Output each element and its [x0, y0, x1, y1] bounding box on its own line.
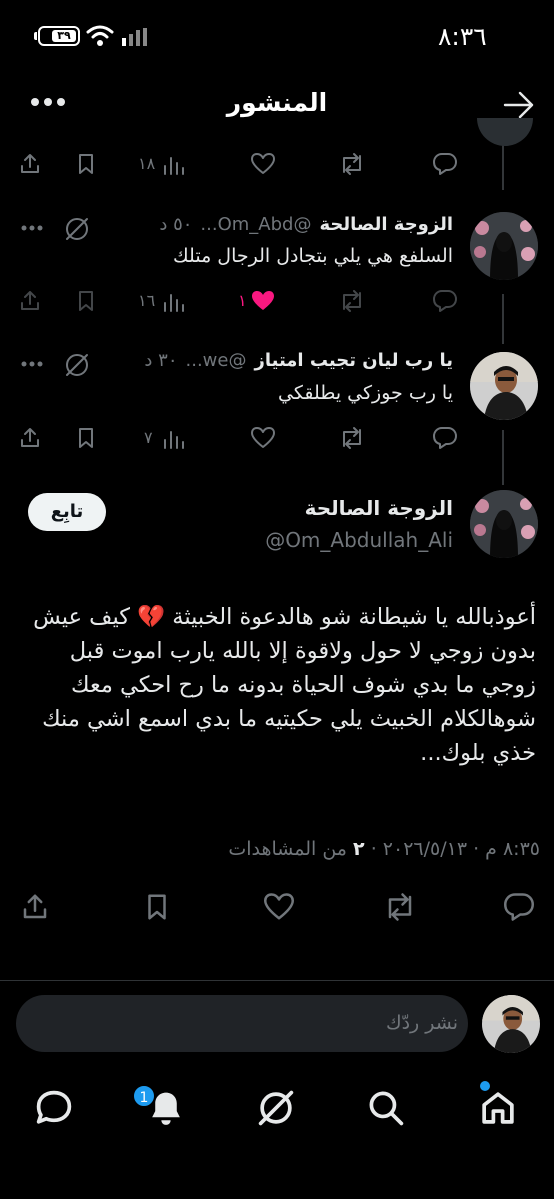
- share-icon[interactable]: [18, 289, 42, 313]
- back-arrow-icon[interactable]: [502, 90, 536, 120]
- avatar-partial: [477, 118, 533, 146]
- avatar[interactable]: [470, 352, 538, 420]
- messages-icon[interactable]: [34, 1088, 74, 1128]
- battery-level: ٣٩: [52, 30, 76, 42]
- grok-nav-icon[interactable]: [256, 1088, 296, 1128]
- home-indicator: [0, 1180, 554, 1199]
- battery-tip: [34, 32, 37, 40]
- post-meta: ٨:٣٥ م · ٢٠٢٦/٥/١٣ · ٢ من المشاهدات: [228, 838, 540, 860]
- grok-icon[interactable]: [64, 216, 90, 242]
- reply-action-row: ١٦ ١: [14, 287, 464, 317]
- bookmark-icon[interactable]: [74, 426, 98, 450]
- views-icon[interactable]: [162, 154, 184, 176]
- timestamp: ٥٠ د: [159, 214, 193, 235]
- author-name[interactable]: الزوجة الصالحة: [319, 214, 453, 235]
- reply-action-row: ١٨: [14, 150, 464, 180]
- page-title: المنشور: [226, 88, 328, 117]
- bookmark-icon[interactable]: [74, 289, 98, 313]
- timestamp: ٣٠ د: [144, 350, 178, 371]
- reply-icon[interactable]: [502, 892, 536, 922]
- signal-icon: [122, 28, 150, 46]
- post-date-time: ٨:٣٥ م · ٢٠٢٦/٥/١٣ ·: [370, 838, 540, 860]
- share-icon[interactable]: [18, 426, 42, 450]
- reply-header: يا رب ليان تجيب امتياز @we... ٣٠ د: [144, 350, 453, 371]
- battery-icon: ٣٩: [38, 26, 80, 46]
- author-name[interactable]: يا رب ليان تجيب امتياز: [254, 350, 453, 371]
- notifications-badge: 1: [132, 1084, 156, 1108]
- reply-icon[interactable]: [432, 426, 458, 450]
- follow-button[interactable]: تابِع: [28, 493, 106, 531]
- reply-input-placeholder: نشر ردّك: [385, 1012, 458, 1034]
- like-icon[interactable]: [250, 152, 276, 176]
- share-icon[interactable]: [20, 892, 50, 922]
- bottom-nav: [0, 1080, 554, 1150]
- main-post-author-handle[interactable]: @Om_Abdullah_Ali: [265, 528, 453, 552]
- thread-line: [502, 294, 504, 344]
- current-user-avatar[interactable]: [482, 995, 540, 1053]
- author-handle[interactable]: @Om_Abd...: [200, 214, 311, 235]
- views-icon[interactable]: [162, 428, 184, 450]
- main-post-text: أعوذبالله يا شيطانة شو هالدعوة الخبيثة 💔…: [33, 604, 536, 766]
- views-label: من المشاهدات: [228, 838, 347, 860]
- home-icon[interactable]: [478, 1088, 518, 1128]
- repost-icon[interactable]: [338, 426, 366, 450]
- share-icon[interactable]: [18, 152, 42, 176]
- views-count: ٧: [144, 428, 153, 447]
- likes-count: ١: [238, 291, 247, 310]
- views-count: ١٨: [138, 154, 156, 173]
- author-handle[interactable]: @we...: [186, 350, 247, 371]
- reply-text: يا رب جوزكي يطلقكي: [278, 382, 453, 404]
- reply-header: الزوجة الصالحة @Om_Abd... ٥٠ د: [159, 214, 453, 235]
- reply-icon[interactable]: [432, 152, 458, 176]
- thread-line: [502, 430, 504, 485]
- like-icon[interactable]: [250, 426, 276, 450]
- views-count: ١٦: [138, 291, 156, 310]
- wifi-icon: [86, 24, 114, 46]
- repost-icon[interactable]: [338, 152, 366, 176]
- avatar[interactable]: [470, 212, 538, 280]
- grok-icon[interactable]: [64, 352, 90, 378]
- search-icon[interactable]: [366, 1088, 406, 1128]
- status-time: ٨:٣٦: [438, 22, 487, 51]
- main-post-author-name[interactable]: الزوجة الصالحة: [305, 496, 453, 520]
- reply-action-row: ٧: [14, 424, 464, 454]
- home-new-dot: [480, 1081, 490, 1091]
- more-options-icon[interactable]: [20, 224, 44, 232]
- repost-icon[interactable]: [382, 892, 418, 922]
- divider: [0, 980, 554, 981]
- main-post-avatar[interactable]: [470, 490, 538, 558]
- more-options-icon[interactable]: [20, 360, 44, 368]
- bookmark-icon[interactable]: [142, 892, 172, 922]
- like-icon[interactable]: [262, 892, 296, 922]
- liked-heart-icon[interactable]: [250, 289, 276, 313]
- bookmark-icon[interactable]: [74, 152, 98, 176]
- post-action-bar: [0, 890, 554, 930]
- views-icon[interactable]: [162, 291, 184, 313]
- repost-icon[interactable]: [338, 289, 366, 313]
- reply-icon[interactable]: [432, 289, 458, 313]
- views-count: ٢: [353, 838, 365, 860]
- reply-text: السلفع هي يلي بتجادل الرجال متلك: [173, 245, 453, 267]
